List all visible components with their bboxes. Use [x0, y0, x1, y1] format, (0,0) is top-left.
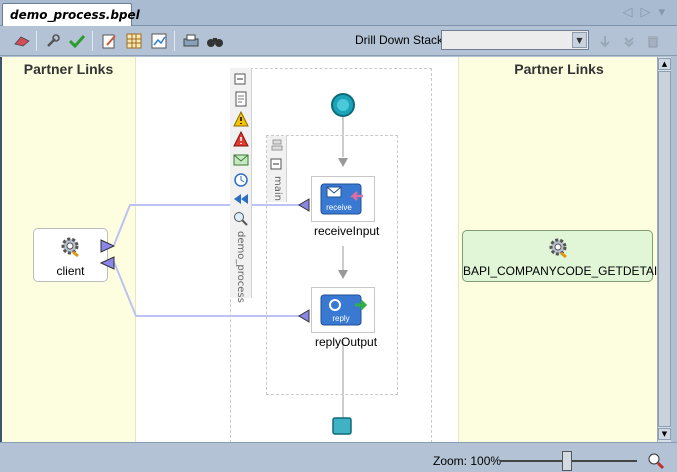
- trash-icon: [648, 36, 658, 48]
- grid-table-icon: [126, 33, 142, 49]
- alarm-clock-icon[interactable]: [233, 171, 249, 187]
- document-icon[interactable]: [233, 91, 249, 107]
- warning-icon[interactable]: [233, 110, 249, 127]
- toolbar-separator: [92, 31, 93, 51]
- collapse-icon[interactable]: [233, 72, 249, 88]
- chevron-down-icon[interactable]: ▼: [572, 32, 587, 48]
- partner-link-client[interactable]: client: [33, 228, 108, 282]
- reply-activity-label: replyOutput: [315, 335, 378, 349]
- rewind-icon[interactable]: [233, 191, 249, 207]
- next-tab-icon[interactable]: ▷: [640, 5, 650, 20]
- chart-button[interactable]: [149, 31, 169, 51]
- zoom-icon[interactable]: [233, 211, 249, 227]
- scope-icon[interactable]: [270, 138, 286, 154]
- collapse-scope-icon[interactable]: [270, 158, 286, 174]
- reply-icon: reply: [320, 294, 367, 326]
- print-button[interactable]: [181, 31, 201, 51]
- checkmark-icon: [69, 34, 85, 48]
- tab-navigation: ◁ ▷ ▾: [622, 5, 665, 20]
- vertical-scrollbar[interactable]: ▲ ▼: [657, 57, 671, 442]
- toolbar: Drill Down Stack: ▼: [0, 26, 677, 56]
- end-node-icon[interactable]: [332, 417, 352, 435]
- reply-type-text: reply: [332, 314, 349, 323]
- scroll-down-icon[interactable]: ▼: [658, 428, 671, 440]
- receive-type-text: receive: [326, 203, 352, 212]
- binoculars-icon: [207, 38, 223, 47]
- partner-link-bapi[interactable]: BAPI_COMPANYCODE_GETDETAIL: [462, 230, 657, 282]
- edit-document-icon: [102, 34, 116, 49]
- edit-button[interactable]: [99, 31, 119, 51]
- partner-link-bapi-label: BAPI_COMPANYCODE_GETDETAIL: [463, 264, 657, 278]
- print-icon: [183, 34, 199, 47]
- drill-down-stack-label: Drill Down Stack:: [355, 33, 447, 47]
- drill-down-button[interactable]: [595, 31, 615, 51]
- line-chart-icon: [151, 33, 167, 49]
- validate-button[interactable]: [67, 31, 87, 51]
- reply-activity[interactable]: reply: [311, 287, 375, 333]
- bpel-design-canvas[interactable]: Partner Links Partner Links demo_process…: [0, 57, 657, 442]
- zoom-slider-thumb[interactable]: [562, 451, 572, 471]
- eraser-button[interactable]: [12, 31, 32, 51]
- toolbar-separator: [36, 31, 37, 51]
- process-toolbar: demo_process: [230, 68, 252, 303]
- scroll-up-icon[interactable]: ▲: [658, 58, 671, 70]
- tab-demo-process[interactable]: demo_process.bpel: [2, 3, 140, 26]
- scrollbar-thumb[interactable]: [658, 71, 671, 427]
- client-ports[interactable]: [100, 239, 118, 271]
- receive-icon: receive: [320, 183, 363, 215]
- main-scope-tab: main: [267, 136, 287, 202]
- previous-tab-icon[interactable]: ◁: [622, 5, 632, 20]
- receive-port-icon[interactable]: [297, 198, 311, 212]
- gear-icon: [549, 238, 567, 259]
- find-button[interactable]: [205, 31, 225, 51]
- scope-name-label: main: [272, 176, 283, 201]
- zoom-fit-icon[interactable]: [647, 452, 665, 470]
- receive-activity-label: receiveInput: [314, 224, 380, 238]
- reply-port-icon[interactable]: [297, 309, 311, 323]
- partner-link-client-label: client: [56, 264, 85, 278]
- drill-down-stack-dropdown[interactable]: ▼: [441, 30, 589, 50]
- wrench-button[interactable]: [43, 31, 63, 51]
- toolbar-separator: [174, 31, 175, 51]
- arrow-down-icon: [600, 36, 610, 48]
- editor-tab-strip: demo_process.bpel ◁ ▷ ▾: [0, 0, 677, 26]
- tab-label: demo_process.bpel: [10, 8, 140, 22]
- arrow-down-double-icon: [624, 37, 634, 48]
- table-button[interactable]: [124, 31, 144, 51]
- error-icon[interactable]: [233, 130, 249, 147]
- start-node-icon[interactable]: [330, 92, 356, 118]
- wrench-icon: [47, 34, 60, 47]
- drill-down-all-button[interactable]: [619, 31, 639, 51]
- clear-stack-button[interactable]: [643, 31, 663, 51]
- gear-icon: [61, 237, 79, 258]
- eraser-icon: [14, 36, 30, 47]
- message-icon[interactable]: [233, 151, 249, 167]
- status-bar: Zoom: 100%: [0, 442, 677, 472]
- zoom-label: Zoom: 100%: [433, 454, 502, 468]
- process-name-label: demo_process: [235, 231, 246, 303]
- receive-activity[interactable]: receive: [311, 176, 375, 222]
- tab-list-icon[interactable]: ▾: [658, 5, 665, 20]
